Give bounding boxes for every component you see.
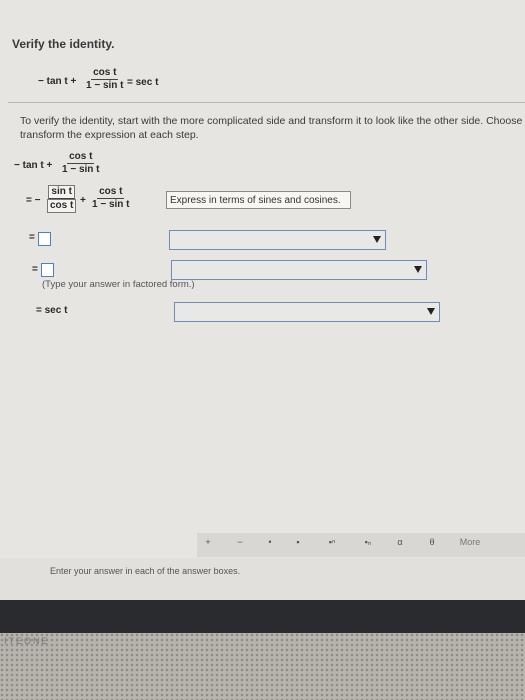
start-prefix: − tan t + — [14, 160, 53, 171]
step1-f1-denominator: cos t — [47, 199, 77, 213]
identity-denominator: 1 − sin t — [86, 80, 124, 91]
more-button[interactable]: More — [455, 537, 485, 547]
dot-button[interactable]: • — [263, 537, 277, 547]
step1-equals: = − — [26, 195, 41, 206]
step2-answer-input[interactable] — [38, 232, 51, 246]
identity-numerator: cos t — [91, 67, 119, 80]
step2-reason-dropdown[interactable] — [169, 230, 386, 250]
instructions: To verify the identity, start with the m… — [20, 114, 525, 142]
screen-bezel — [0, 600, 525, 633]
start-fraction: cos t 1 − sin t — [60, 151, 102, 176]
theta-button[interactable]: θ — [425, 537, 439, 547]
alpha-button[interactable]: α — [393, 537, 407, 547]
step4-reason-dropdown[interactable] — [174, 302, 440, 322]
instructions-line1: To verify the identity, start with the m… — [20, 115, 525, 127]
minus-button[interactable]: − — [233, 537, 247, 547]
start-numerator: cos t — [67, 151, 95, 164]
status-bar: Enter your answer in each of the answer … — [0, 558, 525, 600]
math-toolbar: + − • ▪ ▪ⁿ ▪ₙ α θ More — [197, 533, 525, 557]
instructions-line2: transform the expression at each step. — [20, 129, 199, 141]
exponent-button[interactable]: ▪ⁿ — [325, 537, 339, 547]
identity-rhs: = sec t — [127, 77, 159, 88]
step1-f2-denominator: 1 − sin t — [92, 199, 130, 210]
step1-fraction-2: cos t 1 − sin t — [90, 186, 132, 211]
step2-equals: = — [29, 232, 35, 243]
step3-reason-dropdown[interactable] — [171, 260, 427, 280]
identity-prefix: − tan t + — [38, 76, 77, 87]
step4-label: = sec t — [36, 305, 68, 316]
step1-f1-numerator: sin t — [48, 185, 75, 199]
chevron-down-icon — [373, 236, 381, 243]
page-title: Verify the identity. — [12, 37, 115, 51]
enter-answer-text: Enter your answer in each of the answer … — [50, 566, 241, 576]
start-denominator: 1 − sin t — [62, 164, 100, 175]
chevron-down-icon — [414, 266, 422, 273]
speaker-grille — [0, 633, 525, 700]
device-brand: ITEONE — [4, 636, 50, 646]
divider — [8, 102, 525, 103]
step3-hint: (Type your answer in factored form.) — [42, 279, 195, 290]
step1-f2-numerator: cos t — [97, 186, 125, 199]
plus-button[interactable]: + — [201, 537, 215, 547]
step3-answer-input[interactable] — [41, 263, 54, 277]
step1-plus: + — [80, 195, 86, 206]
subscript-button[interactable]: ▪ₙ — [361, 537, 375, 548]
identity-fraction: cos t 1 − sin t — [84, 67, 126, 92]
fraction-button[interactable]: ▪ — [291, 537, 305, 547]
step1-reason-box[interactable]: Express in terms of sines and cosines. — [166, 191, 351, 209]
step1-fraction-1: sin t cos t — [47, 185, 77, 213]
step3-equals: = — [32, 264, 38, 275]
chevron-down-icon — [427, 308, 435, 315]
